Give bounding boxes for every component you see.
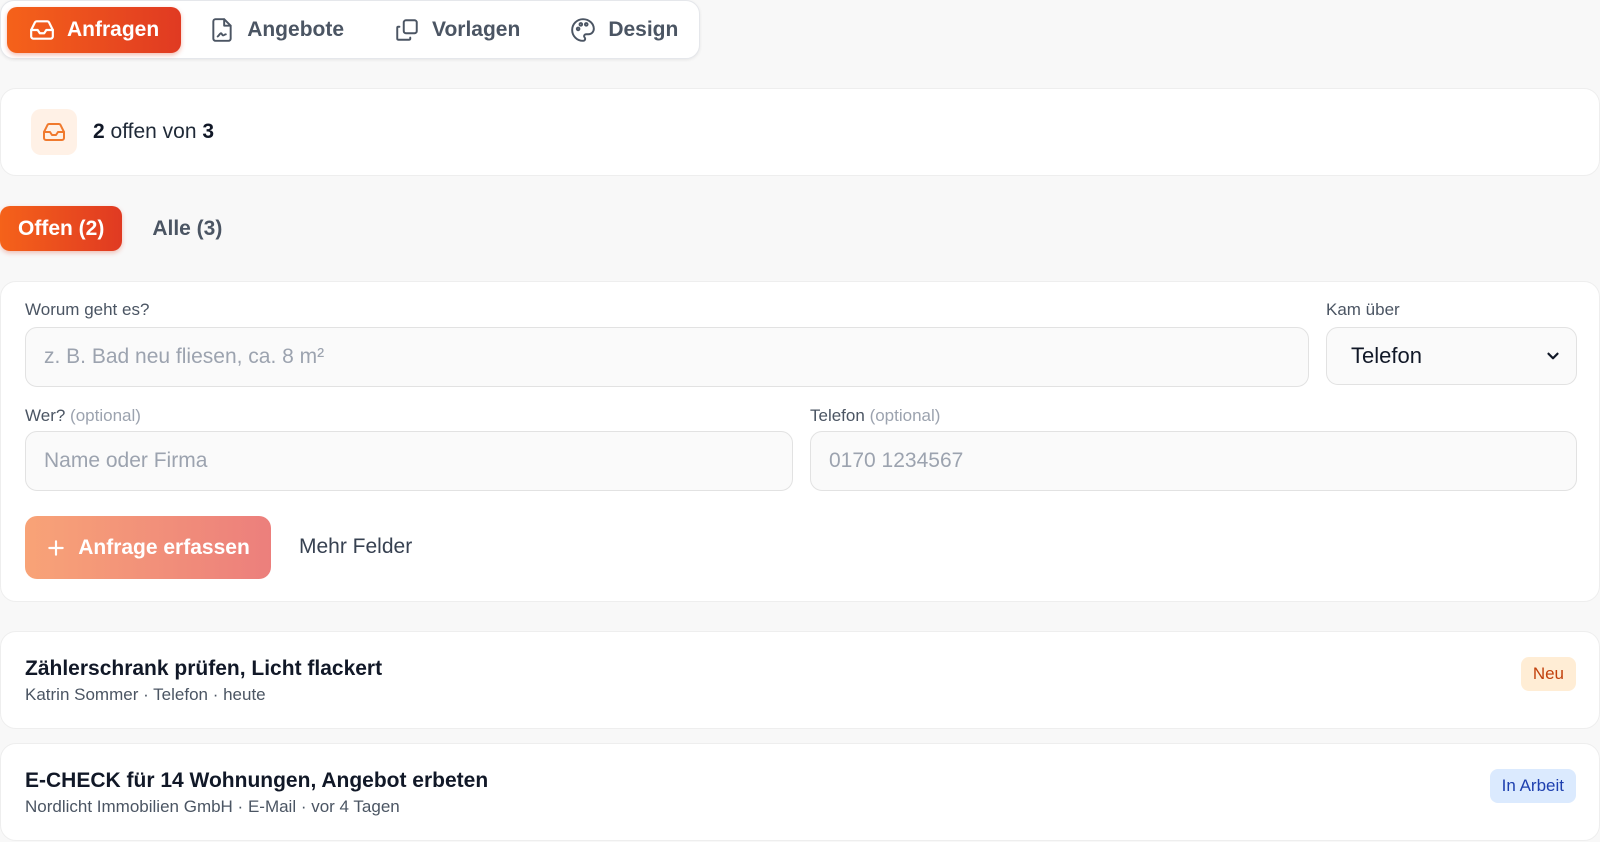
- summary-inbox-badge: [31, 109, 77, 155]
- inbox-icon: [30, 19, 54, 40]
- open-summary-text: 2 offen von 3: [93, 120, 214, 144]
- status-badge: Neu: [1520, 657, 1576, 691]
- nav-tab-design[interactable]: Design: [548, 7, 700, 53]
- nav-tab-angebote[interactable]: Angebote: [187, 7, 366, 53]
- source-label: Kam über: [1326, 300, 1400, 319]
- submit-request-button[interactable]: Anfrage erfassen: [25, 516, 271, 579]
- filter-tab-alle[interactable]: Alle (3): [134, 206, 240, 251]
- open-count: 2: [93, 120, 105, 143]
- who-input[interactable]: [25, 431, 793, 491]
- request-meta: Nordlicht Immobilien GmbH · E-Mail · vor…: [25, 797, 400, 816]
- status-badge: In Arbeit: [1489, 769, 1576, 803]
- nav-tab-label: Angebote: [247, 17, 345, 41]
- source-select[interactable]: Telefon: [1326, 327, 1577, 385]
- nav-tab-vorlagen[interactable]: Vorlagen: [372, 7, 542, 53]
- chevron-down-icon: [1547, 352, 1559, 360]
- phone-optional-hint: (optional): [869, 406, 941, 425]
- submit-request-label: Anfrage erfassen: [78, 535, 250, 559]
- who-optional-hint: (optional): [70, 406, 141, 425]
- request-item[interactable]: E-CHECK für 14 Wohnungen, Angebot erbete…: [0, 743, 1600, 841]
- phone-label: Telefon (optional): [810, 406, 940, 426]
- topic-input[interactable]: [25, 327, 1309, 387]
- nav-tab-anfragen[interactable]: Anfragen: [7, 6, 182, 53]
- new-request-form: Worum geht es? Kam über Telefon Wer? (op…: [0, 281, 1600, 602]
- open-summary-card: 2 offen von 3: [0, 88, 1600, 176]
- phone-label-text: Telefon: [810, 406, 865, 425]
- copy-icon: [396, 18, 418, 41]
- request-title: Zählerschrank prüfen, Licht flackert: [25, 657, 383, 680]
- topic-label: Worum geht es?: [25, 300, 150, 319]
- nav-tab-label: Design: [608, 17, 679, 41]
- who-label-text: Wer?: [25, 406, 66, 425]
- source-select-value: Telefon: [1351, 343, 1422, 368]
- request-meta: Katrin Sommer · Telefon · heute: [25, 685, 266, 704]
- inbox-icon: [43, 123, 65, 141]
- phone-input[interactable]: [810, 431, 1577, 491]
- more-fields-button[interactable]: Mehr Felder: [299, 535, 412, 559]
- filter-tab-offen[interactable]: Offen (2): [0, 206, 123, 251]
- main-nav: Anfragen Angebote Vorlagen Design: [0, 0, 700, 59]
- total-count: 3: [202, 120, 215, 143]
- nav-tab-label: Vorlagen: [432, 17, 521, 41]
- file-signature-icon: [212, 17, 232, 42]
- plus-icon: [48, 539, 64, 556]
- who-label: Wer? (optional): [25, 406, 141, 426]
- nav-tab-label: Anfragen: [67, 17, 160, 41]
- filter-tabs: Offen (2) Alle (3): [0, 206, 240, 251]
- palette-icon: [571, 17, 596, 42]
- request-title: E-CHECK für 14 Wohnungen, Angebot erbete…: [25, 769, 489, 792]
- request-item[interactable]: Zählerschrank prüfen, Licht flackert Kat…: [0, 631, 1600, 729]
- open-summary-middle: offen von: [104, 120, 203, 143]
